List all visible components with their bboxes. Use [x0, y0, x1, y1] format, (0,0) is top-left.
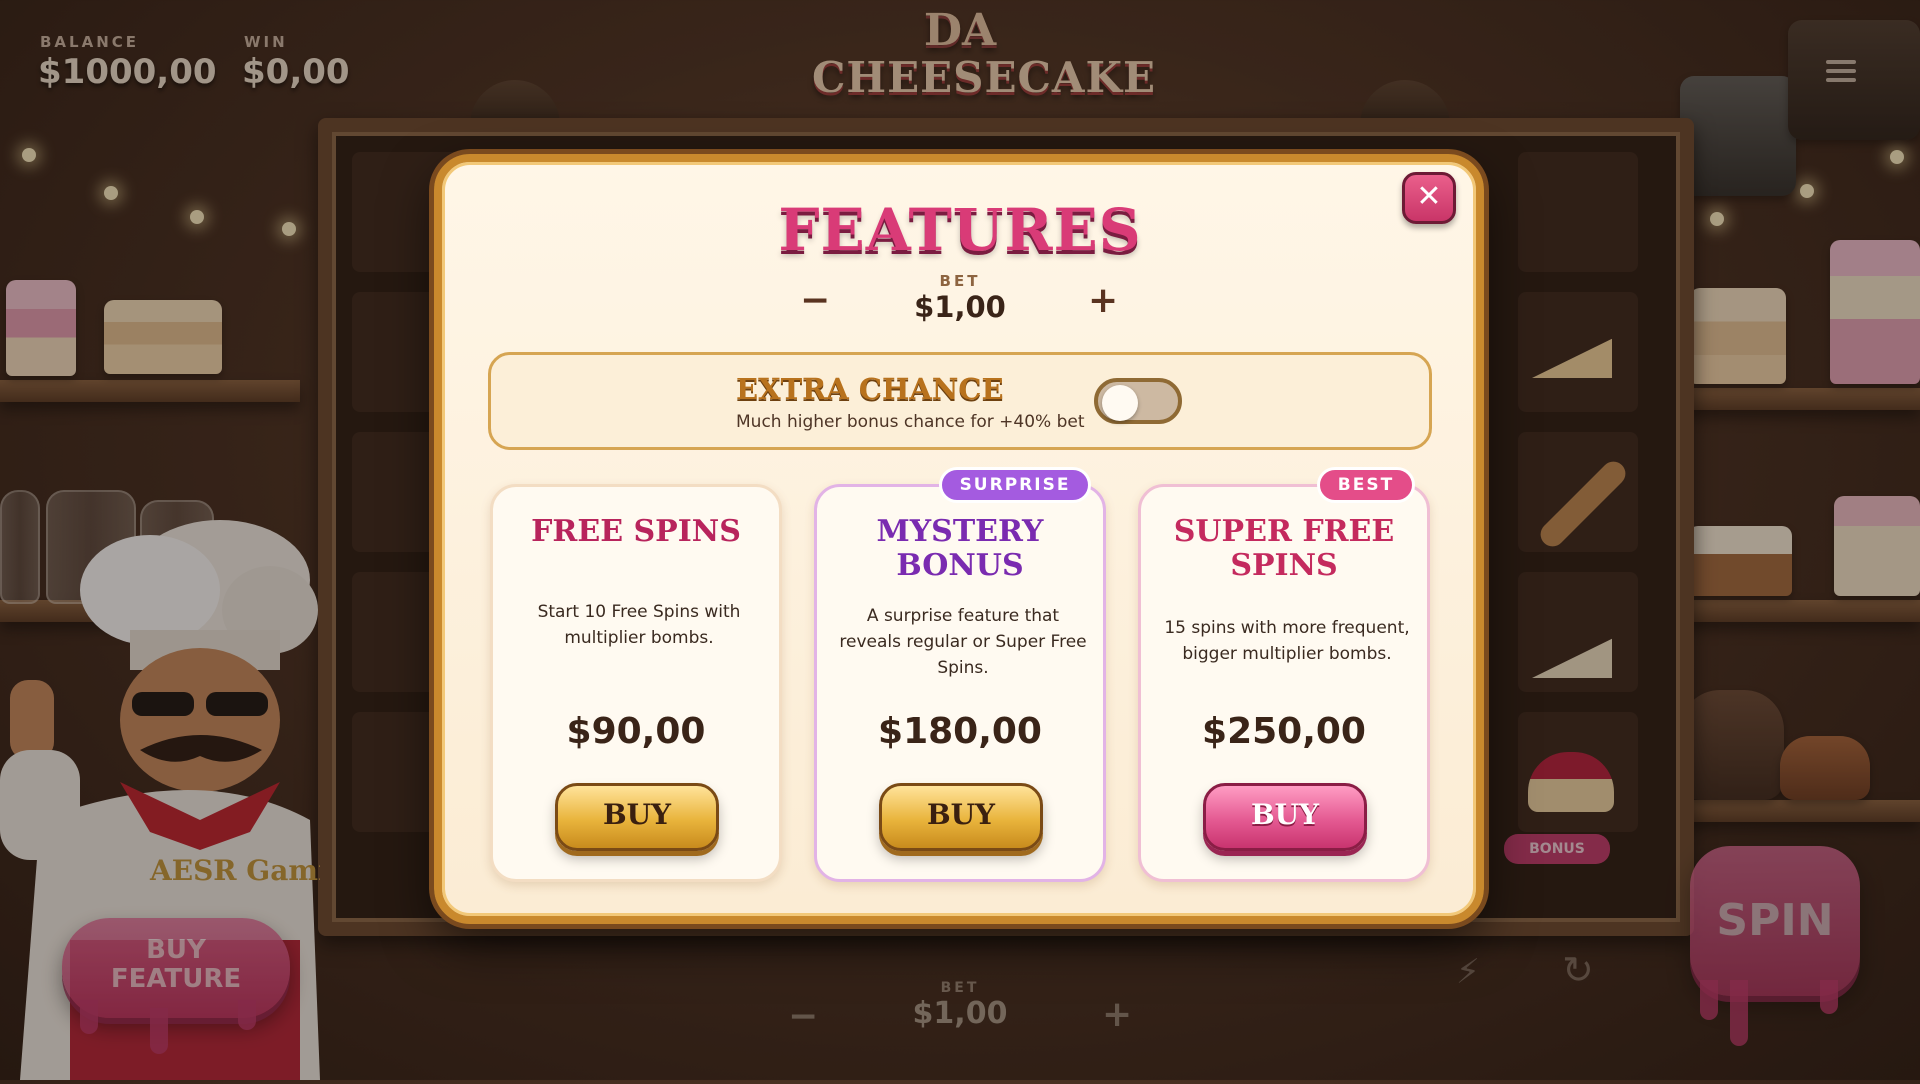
bet-increase-button[interactable]: + [1088, 280, 1118, 321]
modal-title: FEATURES [778, 196, 1142, 264]
feature-card-free-spins: FREE SPINS Start 10 Free Spins with mult… [490, 484, 782, 882]
buy-mystery-bonus-button[interactable]: BUY [879, 783, 1043, 851]
card-title: SUPER FREE SPINS [1141, 515, 1427, 583]
card-price: $90,00 [566, 711, 706, 752]
bet-decrease-button[interactable]: − [800, 280, 830, 321]
card-title-line: FREE SPINS [531, 514, 741, 549]
card-title-line: BONUS [896, 548, 1024, 583]
extra-chance-title: EXTRA CHANCE [736, 372, 1004, 406]
bet-label: BET [939, 272, 981, 290]
surprise-badge: SURPRISE [939, 467, 1091, 503]
feature-card-mystery-bonus: SURPRISE MYSTERY BONUS A surprise featur… [814, 467, 1106, 882]
buy-free-spins-button[interactable]: BUY [555, 783, 719, 851]
close-icon: ✕ [1416, 179, 1442, 214]
bet-value: $1,00 [914, 290, 1006, 324]
close-button[interactable]: ✕ [1402, 172, 1456, 224]
card-description: Start 10 Free Spins with multiplier bomb… [537, 602, 741, 648]
extra-chance-subtitle: Much higher bonus chance for +40% bet [736, 412, 1085, 432]
card-title: FREE SPINS [493, 515, 779, 549]
extra-chance-toggle[interactable] [1094, 378, 1182, 424]
feature-card-super-free-spins: BEST SUPER FREE SPINS 15 spins with more… [1138, 467, 1430, 882]
card-title-line: SUPER FREE [1173, 514, 1395, 549]
card-price: $250,00 [1202, 711, 1366, 752]
card-title-line: SPINS [1230, 548, 1338, 583]
card-price: $180,00 [878, 711, 1042, 752]
card-description: 15 spins with more frequent, bigger mult… [1164, 618, 1410, 664]
buy-super-free-spins-button[interactable]: BUY [1203, 783, 1367, 851]
card-description: A surprise feature that reveals regular … [839, 606, 1087, 678]
card-title: MYSTERY BONUS [817, 515, 1103, 583]
best-badge: BEST [1317, 467, 1415, 503]
toggle-knob [1102, 385, 1138, 421]
card-title-line: MYSTERY [876, 514, 1044, 549]
